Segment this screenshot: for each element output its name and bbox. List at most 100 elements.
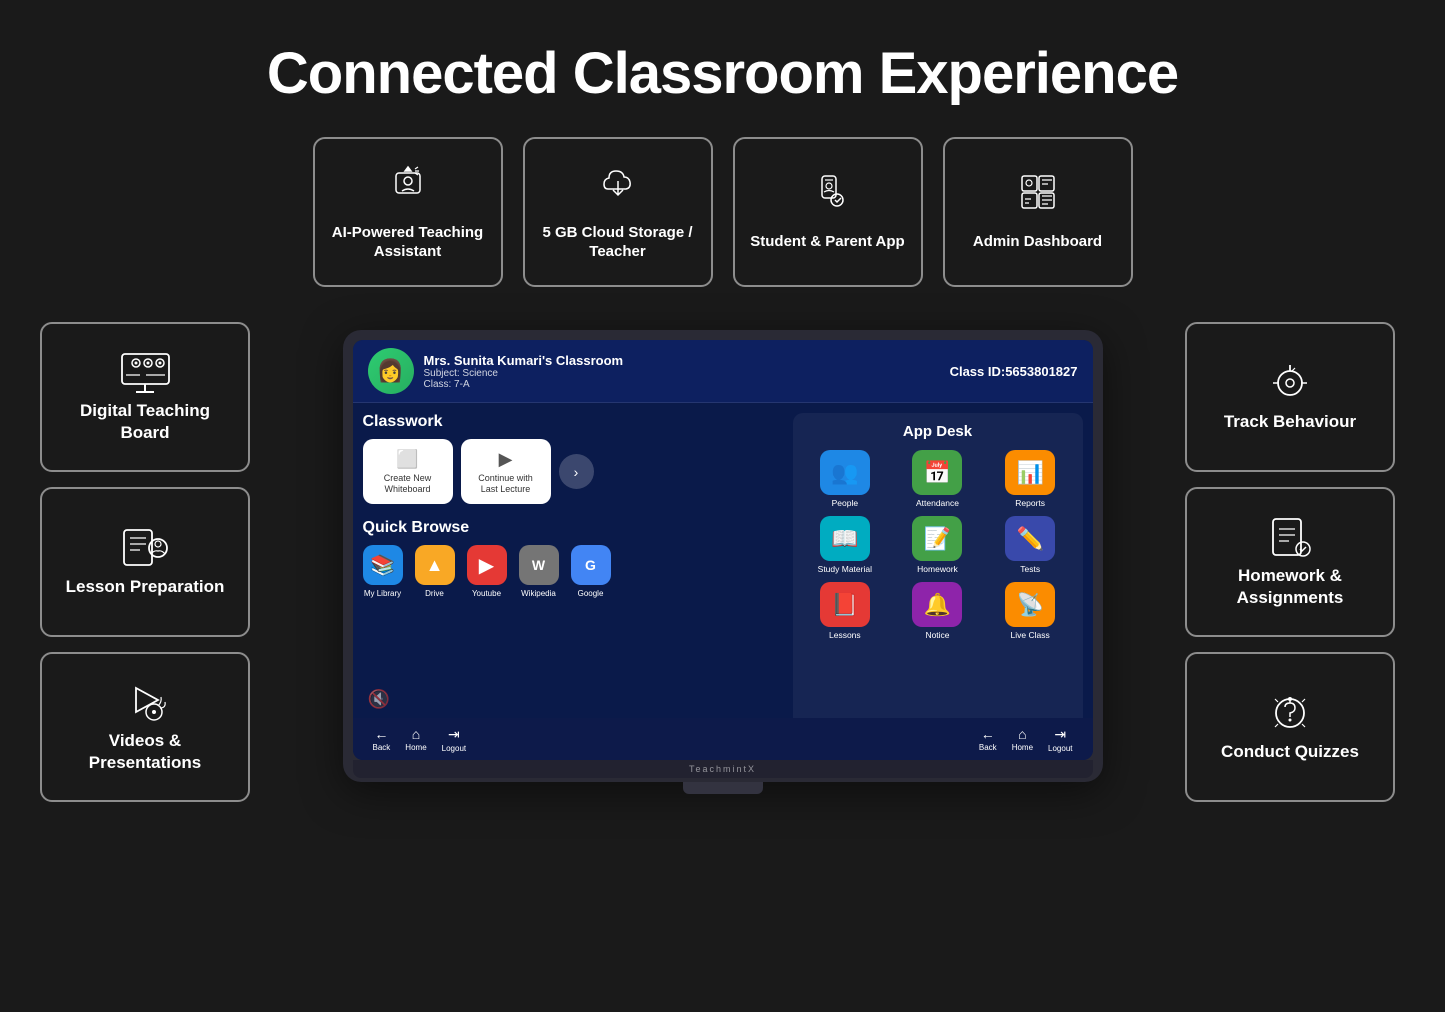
wikipedia-icon: W [519,545,559,585]
live-class-icon: 📡 [1005,582,1055,627]
teacher-text: Mrs. Sunita Kumari's Classroom Subject: … [424,353,624,390]
feature-card-ai: AI-Powered Teaching Assistant [313,137,503,287]
side-box-digital-teaching: Digital Teaching Board [40,322,250,472]
logout-label-left: Logout [442,744,466,753]
monitor-bottom-bar: TeachmintX [353,760,1093,778]
feature-card-admin: Admin Dashboard [943,137,1133,287]
wikipedia-label: Wikipedia [521,589,556,598]
home-icon-right: ⌂ [1018,726,1026,742]
digital-teaching-label: Digital Teaching Board [57,400,233,444]
ai-teaching-icon [388,163,428,213]
logout-icon-left: ⇥ [448,726,460,743]
desk-app-people[interactable]: 👥 People [803,450,888,508]
youtube-label: Youtube [472,589,501,598]
nav-logout-left[interactable]: ⇥ Logout [442,726,466,753]
drive-icon: ▲ [415,545,455,585]
lessons-label: Lessons [829,630,861,640]
side-box-lesson-prep: Lesson Preparation [40,487,250,637]
nav-back-left[interactable]: ← Back [373,726,391,753]
people-icon: 👥 [820,450,870,495]
left-panel: Classwork ⬜ Create New Whiteboard ▶ Cont… [363,413,783,733]
screen-body: Classwork ⬜ Create New Whiteboard ▶ Cont… [353,403,1093,743]
lessons-icon: 📕 [820,582,870,627]
cloud-storage-label: 5 GB Cloud Storage / Teacher [540,223,696,262]
logout-label-right: Logout [1048,744,1072,753]
side-box-homework: Homework & Assignments [1185,487,1395,637]
teacher-class: Class: 7-A [424,379,624,390]
app-drive[interactable]: ▲ Drive [415,545,455,598]
conduct-quizzes-label: Conduct Quizzes [1221,741,1359,763]
desk-app-live-class[interactable]: 📡 Live Class [988,582,1073,640]
home-label-right: Home [1012,743,1033,752]
speaker-icon: 🔇 [368,689,390,710]
desk-app-tests[interactable]: ✏️ Tests [988,516,1073,574]
logout-icon-right: ⇥ [1054,726,1066,743]
teacher-subject: Subject: Science [424,368,624,379]
screen-footer: ← Back ⌂ Home ⇥ Logout [353,718,1093,760]
quick-browse-section: Quick Browse 📚 My Library ▲ Drive [363,519,783,598]
page-title: Connected Classroom Experience [0,0,1445,137]
nav-back-right[interactable]: ← Back [979,726,997,753]
back-icon-left: ← [374,726,388,742]
create-whiteboard-card[interactable]: ⬜ Create New Whiteboard [363,439,453,504]
notice-label: Notice [925,630,949,640]
classwork-title: Classwork [363,413,783,431]
class-id: Class ID:5653801827 [950,364,1078,379]
side-box-track-behaviour: Track Behaviour [1185,322,1395,472]
app-google[interactable]: G Google [571,545,611,598]
classwork-cards: ⬜ Create New Whiteboard ▶ Continue with … [363,439,783,504]
whiteboard-icon: ⬜ [396,449,418,470]
desk-app-homework[interactable]: 📝 Homework [895,516,980,574]
drive-label: Drive [425,589,444,598]
admin-dashboard-icon [1018,172,1058,222]
continue-lecture-card[interactable]: ▶ Continue with Last Lecture [461,439,551,504]
videos-label: Videos & Presentations [57,730,233,774]
tests-label: Tests [1020,564,1040,574]
attendance-label: Attendance [916,498,959,508]
side-box-conduct-quizzes: Conduct Quizzes [1185,652,1395,802]
app-wikipedia[interactable]: W Wikipedia [519,545,559,598]
home-icon-left: ⌂ [412,726,420,742]
notice-icon: 🔔 [912,582,962,627]
homework-assignments-icon [1265,515,1315,565]
app-my-library[interactable]: 📚 My Library [363,545,403,598]
nav-logout-right[interactable]: ⇥ Logout [1048,726,1072,753]
app-desk-grid: 👥 People 📅 Attendance 📊 Reports [803,450,1073,640]
monitor-outer: 👩 Mrs. Sunita Kumari's Classroom Subject… [343,330,1103,782]
desk-app-reports[interactable]: 📊 Reports [988,450,1073,508]
left-side-column: Digital Teaching Board Lesson Preparatio… [40,322,260,802]
continue-lecture-label: Continue with Last Lecture [471,473,541,495]
monitor-screen: 👩 Mrs. Sunita Kumari's Classroom Subject… [353,340,1093,760]
google-label: Google [578,589,604,598]
side-box-videos: Videos & Presentations [40,652,250,802]
continue-icon: ▶ [499,449,513,470]
nav-home-right[interactable]: ⌂ Home [1012,726,1033,753]
videos-icon [118,680,173,730]
right-side-column: Track Behaviour Homework & Assignments [1185,322,1405,802]
main-section: Digital Teaching Board Lesson Preparatio… [0,322,1445,802]
teacher-avatar: 👩 [368,348,414,394]
feature-card-cloud: 5 GB Cloud Storage / Teacher [523,137,713,287]
homework-label: Homework [917,564,958,574]
ai-teaching-label: AI-Powered Teaching Assistant [330,223,486,262]
desk-app-notice[interactable]: 🔔 Notice [895,582,980,640]
feature-card-student: Student & Parent App [733,137,923,287]
desk-app-attendance[interactable]: 📅 Attendance [895,450,980,508]
reports-icon: 📊 [1005,450,1055,495]
study-material-icon: 📖 [820,516,870,561]
view-all-button[interactable]: › [559,454,594,489]
desk-app-study-material[interactable]: 📖 Study Material [803,516,888,574]
my-library-icon: 📚 [363,545,403,585]
live-class-label: Live Class [1011,630,1050,640]
digital-teaching-icon [118,350,173,400]
app-youtube[interactable]: ▶ Youtube [467,545,507,598]
back-label-left: Back [373,743,391,752]
app-desk-panel: App Desk 👥 People 📅 Attendance [793,413,1083,733]
cloud-storage-icon [598,163,638,213]
back-label-right: Back [979,743,997,752]
quick-browse-title: Quick Browse [363,519,783,537]
desk-app-lessons[interactable]: 📕 Lessons [803,582,888,640]
nav-home-left[interactable]: ⌂ Home [405,726,426,753]
google-icon: G [571,545,611,585]
my-library-label: My Library [364,589,401,598]
